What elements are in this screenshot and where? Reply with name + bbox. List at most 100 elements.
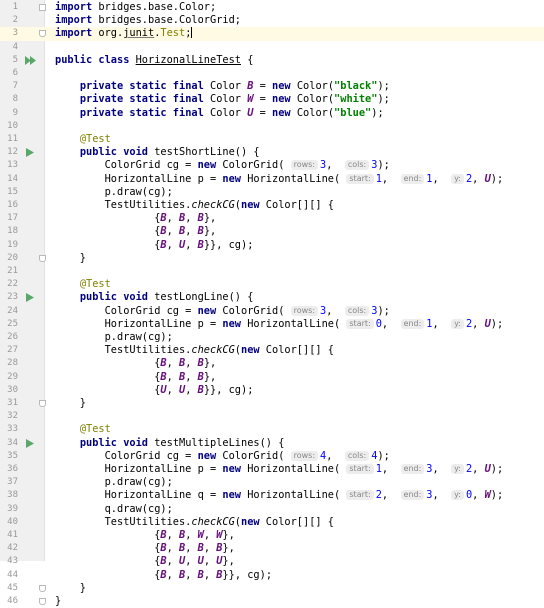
code-line[interactable]: 6	[0, 67, 544, 80]
code-line[interactable]: 31 }	[0, 397, 544, 410]
code-line[interactable]: 16 TestUtilities.checkCG(new Color[][] {	[0, 199, 544, 212]
code-text: @Test	[55, 133, 111, 146]
code-token: ,	[166, 555, 179, 568]
code-token: HorizontalLine(	[241, 489, 347, 502]
code-token: ,	[166, 370, 179, 383]
fold-end-icon[interactable]	[39, 598, 46, 605]
fold-end-icon[interactable]	[39, 400, 46, 407]
code-text: TestUtilities.checkCG(new Color[][] {	[55, 199, 334, 212]
code-line[interactable]: 25 HorizontalLine p = new HorizontalLine…	[0, 318, 544, 331]
code-token: }}, cg);	[203, 383, 254, 396]
code-line[interactable]: 3 import org.junit.Test;	[0, 27, 544, 41]
code-line[interactable]: 7 private static final Color B = new Col…	[0, 80, 544, 93]
code-line[interactable]: 13 ColorGrid cg = new ColorGrid( rows: 3,…	[0, 159, 544, 172]
code-line[interactable]: 21	[0, 265, 544, 278]
code-line[interactable]: 26 p.draw(cg);	[0, 331, 544, 344]
line-number: 1	[12, 2, 18, 12]
code-line[interactable]: 36 HorizontalLine p = new HorizontalLine…	[0, 463, 544, 476]
code-token: ,	[166, 383, 179, 396]
line-number: 24	[7, 305, 18, 316]
run-test-icon[interactable]	[25, 437, 35, 450]
code-token: }	[55, 397, 86, 409]
fold-end-icon[interactable]	[39, 584, 46, 592]
code-line[interactable]: 35 ColorGrid cg = new ColorGrid( rows: 4,…	[0, 450, 544, 463]
code-token: @Test	[79, 278, 111, 291]
code-token: =	[253, 106, 273, 119]
code-token: bridges.base.Color;	[92, 1, 217, 13]
code-token: );	[377, 80, 390, 93]
code-token: private static final	[79, 106, 204, 119]
code-token: ,	[166, 225, 179, 238]
code-line[interactable]: 22 @Test	[0, 278, 544, 291]
code-line[interactable]: 40 TestUtilities.checkCG(new Color[][] {	[0, 516, 544, 529]
fold-end-icon[interactable]	[39, 254, 46, 262]
fold-end-icon[interactable]	[39, 30, 46, 38]
code-token: ,	[185, 555, 198, 568]
code-token: p.draw(cg);	[55, 331, 173, 343]
code-token: );	[490, 172, 504, 185]
code-token: new	[197, 159, 217, 172]
line-number: 13	[7, 160, 18, 171]
code-line[interactable]: 43 {B, U, U, U},	[0, 555, 544, 568]
code-line[interactable]: 42 {B, B, B, B},	[0, 542, 544, 555]
code-line[interactable]: 32	[0, 410, 544, 423]
code-token: ,	[203, 555, 217, 568]
code-token: ,	[326, 449, 345, 462]
code-line[interactable]: 1 import bridges.base.Color;	[0, 1, 544, 14]
code-line[interactable]: 10	[0, 120, 544, 133]
code-line[interactable]: 23 public void testLongLine() {	[0, 291, 544, 304]
line-number: 15	[7, 186, 18, 197]
code-token: ,	[166, 238, 179, 251]
code-text: HorizontalLine p = new HorizontalLine( s…	[55, 463, 504, 476]
parameter-hint: rows:	[290, 450, 319, 461]
code-line[interactable]: 18 {B, B, B},	[0, 225, 544, 238]
run-test-icon[interactable]	[25, 146, 35, 159]
line-number: 33	[7, 424, 18, 435]
code-line[interactable]: 12 public void testShortLine() {	[0, 146, 544, 159]
code-line[interactable]: 9 private static final Color U = new Col…	[0, 107, 544, 120]
code-line[interactable]: 24 ColorGrid cg = new ColorGrid( rows: 3,…	[0, 305, 544, 318]
code-line[interactable]: 33 @Test	[0, 423, 544, 436]
code-line[interactable]: 15 p.draw(cg);	[0, 186, 544, 199]
code-text: TestUtilities.checkCG(new Color[][] {	[55, 344, 334, 357]
code-token: q.draw(cg);	[55, 502, 173, 515]
code-line[interactable]: 44 {B, B, B, B}}, cg);	[0, 569, 544, 582]
code-line[interactable]: 8 private static final Color W = new Col…	[0, 93, 544, 106]
parameter-hint: cols:	[344, 160, 370, 171]
code-line[interactable]: 27 TestUtilities.checkCG(new Color[][] {	[0, 344, 544, 357]
code-token: );	[377, 449, 390, 462]
fold-icon[interactable]	[39, 4, 46, 11]
run-test-icon[interactable]	[25, 291, 35, 304]
code-line[interactable]: 39 q.draw(cg);	[0, 503, 544, 516]
code-line[interactable]: 14 HorizontalLine p = new HorizontalLine…	[0, 173, 544, 186]
code-line[interactable]: 2 import bridges.base.ColorGrid;	[0, 14, 544, 27]
code-token: ,	[381, 489, 401, 502]
code-token: {	[55, 383, 161, 396]
code-line[interactable]: 11 @Test	[0, 133, 544, 146]
code-editor[interactable]: 1 import bridges.base.Color; 2 import bridg…	[0, 0, 544, 607]
code-line[interactable]: 29 {B, B, B},	[0, 371, 544, 384]
code-line[interactable]: 28 {B, B, B},	[0, 357, 544, 370]
code-line[interactable]: 41 {B, B, W, W},	[0, 529, 544, 542]
code-line[interactable]: 17 {B, B, B},	[0, 212, 544, 225]
code-line[interactable]: 4	[0, 41, 544, 54]
code-line[interactable]: 19 {B, U, B}}, cg);	[0, 239, 544, 252]
code-token: HorizontalLine(	[241, 172, 347, 185]
code-line[interactable]: 20 }	[0, 252, 544, 265]
code-token: ,	[185, 568, 198, 581]
code-token: },	[222, 555, 235, 568]
line-number: 41	[7, 530, 18, 540]
code-line[interactable]: 5 public class HorizonalLineTest {	[0, 54, 544, 67]
run-all-tests-icon[interactable]	[25, 54, 36, 67]
code-line[interactable]: 37 p.draw(cg);	[0, 476, 544, 489]
code-line[interactable]: 46}	[0, 595, 544, 608]
code-line[interactable]: 30 {U, U, B}}, cg);	[0, 384, 544, 397]
code-line[interactable]: 45 }	[0, 582, 544, 595]
code-line[interactable]: 34 public void testMultipleLines() {	[0, 437, 544, 450]
code-token: ,	[472, 317, 485, 330]
line-number: 42	[7, 543, 18, 554]
line-number: 12	[7, 147, 18, 158]
code-text: ColorGrid cg = new ColorGrid( rows: 3, co…	[55, 159, 390, 172]
code-line[interactable]: 38 HorizontalLine q = new HorizontalLine…	[0, 489, 544, 502]
